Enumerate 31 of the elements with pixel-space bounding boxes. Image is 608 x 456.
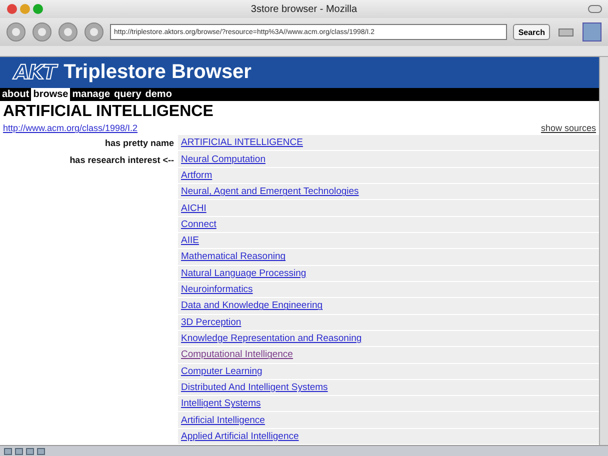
value-link[interactable]: Intelligent Systems [181, 398, 261, 410]
value-link[interactable]: Computational Intelligence [181, 349, 293, 360]
site-title: Triplestore Browser [64, 60, 252, 84]
property-label: has research interest <-- [70, 154, 174, 165]
nav-link[interactable]: browse [31, 88, 70, 102]
value-link[interactable]: Artform [181, 170, 212, 181]
property-label: has pretty name [104, 138, 174, 148]
value-link[interactable]: Distributed And Intelligent Systems [181, 382, 328, 393]
value-link[interactable]: Applied Artificial Intelligence [181, 430, 299, 442]
value-link[interactable]: Computer Learning [181, 366, 262, 377]
value-link[interactable]: 3D Perception [181, 316, 242, 328]
value-link[interactable]: Knowledge Representation and Reasoning [181, 333, 362, 344]
value-link[interactable]: Neural Computation [181, 154, 266, 165]
site-logo: AKT [14, 60, 56, 84]
value-link[interactable]: Connect [181, 218, 216, 230]
window-title: 3store browser - Mozilla [250, 4, 358, 14]
value-link[interactable]: ARTIFICIAL INTELLIGENCE [181, 137, 303, 148]
value-link[interactable]: Neuroinformatics [181, 284, 253, 296]
search-button[interactable]: Search [513, 24, 550, 40]
toolbar-toggle-icon[interactable] [588, 5, 602, 13]
value-link[interactable]: AIIE [181, 235, 199, 246]
value-link[interactable]: Mathematical Reasoning [181, 251, 286, 262]
value-link[interactable]: Neural, Agent and Emergent Technologies [181, 186, 359, 198]
value-link[interactable]: Artificial Intelligence [181, 414, 265, 426]
value-link[interactable]: AICHI [181, 202, 206, 214]
show-sources-link[interactable]: show sources [540, 123, 596, 134]
value-link[interactable]: Natural Language Processing [181, 268, 306, 279]
value-link[interactable]: Data and Knowledge Engineering [181, 300, 323, 312]
resource-link[interactable]: http://www.acm.org/class/1998/I.2 [3, 123, 138, 134]
scrollbar[interactable] [599, 57, 608, 445]
page-heading: ARTIFICIAL INTELLIGENCE [2, 102, 214, 122]
